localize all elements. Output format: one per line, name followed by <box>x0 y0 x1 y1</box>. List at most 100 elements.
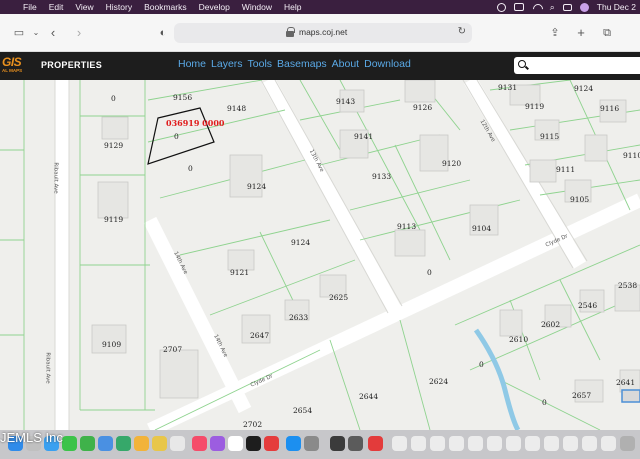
address-bar[interactable]: maps.coj.net ↻ <box>174 23 472 43</box>
sidebar-toggle-icon[interactable]: ▭ <box>12 27 26 39</box>
display-icon[interactable] <box>496 2 506 12</box>
forward-icon[interactable]: › <box>72 26 86 39</box>
messages-icon[interactable] <box>62 436 77 451</box>
parcel-label[interactable]: 9110 <box>623 151 640 160</box>
parcel-label[interactable]: 9119 <box>104 215 123 224</box>
parcel-label[interactable]: 9121 <box>230 268 249 277</box>
podcasts-icon[interactable] <box>210 436 225 451</box>
trash-icon[interactable] <box>620 436 635 451</box>
new-tab-icon[interactable]: + <box>574 26 588 39</box>
chevron-down-icon[interactable]: ⌄ <box>29 27 43 39</box>
app-logo[interactable]: GIS AL MAPS <box>0 55 36 76</box>
nav-layers[interactable]: Layers <box>211 58 243 70</box>
parcel-label[interactable]: 9143 <box>336 97 355 106</box>
menu-bookmarks[interactable]: Bookmarks <box>139 2 194 12</box>
parcel-label[interactable]: 2641 <box>616 378 635 387</box>
control-center-icon[interactable] <box>562 3 572 11</box>
menu-edit[interactable]: Edit <box>44 2 71 12</box>
app-icon-8[interactable] <box>468 436 483 451</box>
parcel-label[interactable]: 9120 <box>442 159 461 168</box>
app-icon-1[interactable] <box>330 436 345 451</box>
parcel-label[interactable]: 9124 <box>247 182 266 191</box>
parcel-label[interactable]: 0 <box>479 360 484 369</box>
app-icon-15[interactable] <box>601 436 616 451</box>
parcel-label[interactable]: 9111 <box>556 165 575 174</box>
facetime-icon[interactable] <box>80 436 95 451</box>
parcel-label[interactable]: 0 <box>188 164 193 173</box>
app-icon-12[interactable] <box>544 436 559 451</box>
selected-parcel-id[interactable]: 036919 0000 <box>166 118 224 128</box>
app-icon-6[interactable] <box>430 436 445 451</box>
parcel-label[interactable]: 2707 <box>163 345 182 354</box>
nav-basemaps[interactable]: Basemaps <box>277 58 327 70</box>
photos-icon[interactable] <box>134 436 149 451</box>
parcel-label[interactable]: 2644 <box>359 392 378 401</box>
nav-tools[interactable]: Tools <box>248 58 273 70</box>
nav-download[interactable]: Download <box>364 58 411 70</box>
tv-icon[interactable] <box>246 436 261 451</box>
menu-develop[interactable]: Develop <box>194 2 237 12</box>
reload-icon[interactable]: ↻ <box>458 26 466 37</box>
settings-icon[interactable] <box>304 436 319 451</box>
app-icon-14[interactable] <box>582 436 597 451</box>
app-icon-7[interactable] <box>449 436 464 451</box>
parcel-label[interactable]: 9115 <box>540 132 559 141</box>
search-icon[interactable]: ⌕ <box>550 2 555 13</box>
menu-history[interactable]: History <box>101 2 139 12</box>
parcel-label[interactable]: 2602 <box>541 320 560 329</box>
parcel-label[interactable]: 9105 <box>570 195 589 204</box>
tab-overview-icon[interactable]: ⧉ <box>600 27 614 39</box>
maps-icon[interactable] <box>116 436 131 451</box>
parcel-label[interactable]: 0 <box>542 398 547 407</box>
parcel-label[interactable]: 9124 <box>291 238 310 247</box>
parcel-label[interactable]: 2702 <box>243 420 262 429</box>
search-icon[interactable] <box>518 60 526 68</box>
app-icon-13[interactable] <box>563 436 578 451</box>
parcel-label[interactable]: 2624 <box>429 377 448 386</box>
parcel-label[interactable]: 9124 <box>574 84 593 93</box>
share-icon[interactable]: ⇪ <box>548 27 562 39</box>
privacy-shield-icon[interactable]: ◐ <box>156 27 170 39</box>
music-icon[interactable] <box>192 436 207 451</box>
menu-file[interactable]: File <box>18 2 44 12</box>
app-icon-5[interactable] <box>411 436 426 451</box>
calendar-icon[interactable] <box>228 436 243 451</box>
parcel-label[interactable]: 2625 <box>329 293 348 302</box>
parcel-label[interactable]: 9109 <box>102 340 121 349</box>
nav-about[interactable]: About <box>332 58 359 70</box>
wifi-icon[interactable] <box>532 3 542 11</box>
parcel-label[interactable]: 2538 <box>618 281 637 290</box>
parcel-label[interactable]: 0 <box>174 132 179 141</box>
app-icon-10[interactable] <box>506 436 521 451</box>
parcel-label[interactable]: 9133 <box>372 172 391 181</box>
siri-icon[interactable] <box>579 2 589 12</box>
parcel-label[interactable]: 2654 <box>293 406 312 415</box>
parcel-label[interactable]: 9129 <box>104 141 123 150</box>
parcel-label[interactable]: 9119 <box>525 102 544 111</box>
menubar-clock[interactable]: Thu Dec 2 <box>597 2 636 12</box>
parcel-label[interactable]: 9141 <box>354 132 373 141</box>
parcel-label[interactable]: 9116 <box>600 104 619 113</box>
parcel-label[interactable]: 0 <box>111 94 116 103</box>
parcel-label[interactable]: 9113 <box>397 222 416 231</box>
search-input[interactable] <box>514 57 640 74</box>
nav-home[interactable]: Home <box>178 58 206 70</box>
parcel-label[interactable]: 2633 <box>289 313 308 322</box>
parcel-label[interactable]: 2647 <box>250 331 269 340</box>
parcel-label[interactable]: 9104 <box>472 224 491 233</box>
back-icon[interactable]: ‹ <box>46 26 60 39</box>
parcel-label[interactable]: 0 <box>427 268 432 277</box>
reminders-icon[interactable] <box>170 436 185 451</box>
app-icon-11[interactable] <box>525 436 540 451</box>
parcel-label[interactable]: 9126 <box>413 103 432 112</box>
app-icon-2[interactable] <box>348 436 363 451</box>
news-icon[interactable] <box>264 436 279 451</box>
parcel-label[interactable]: 2657 <box>572 391 591 400</box>
selected-parcel-outline[interactable] <box>147 107 215 165</box>
notes-icon[interactable] <box>152 436 167 451</box>
menu-help[interactable]: Help <box>279 2 308 12</box>
parcel-label[interactable]: 9156 <box>173 93 192 102</box>
parcel-label[interactable]: 2546 <box>578 301 597 310</box>
app-icon-3[interactable] <box>368 436 383 451</box>
parcel-label[interactable]: 9131 <box>498 83 517 92</box>
